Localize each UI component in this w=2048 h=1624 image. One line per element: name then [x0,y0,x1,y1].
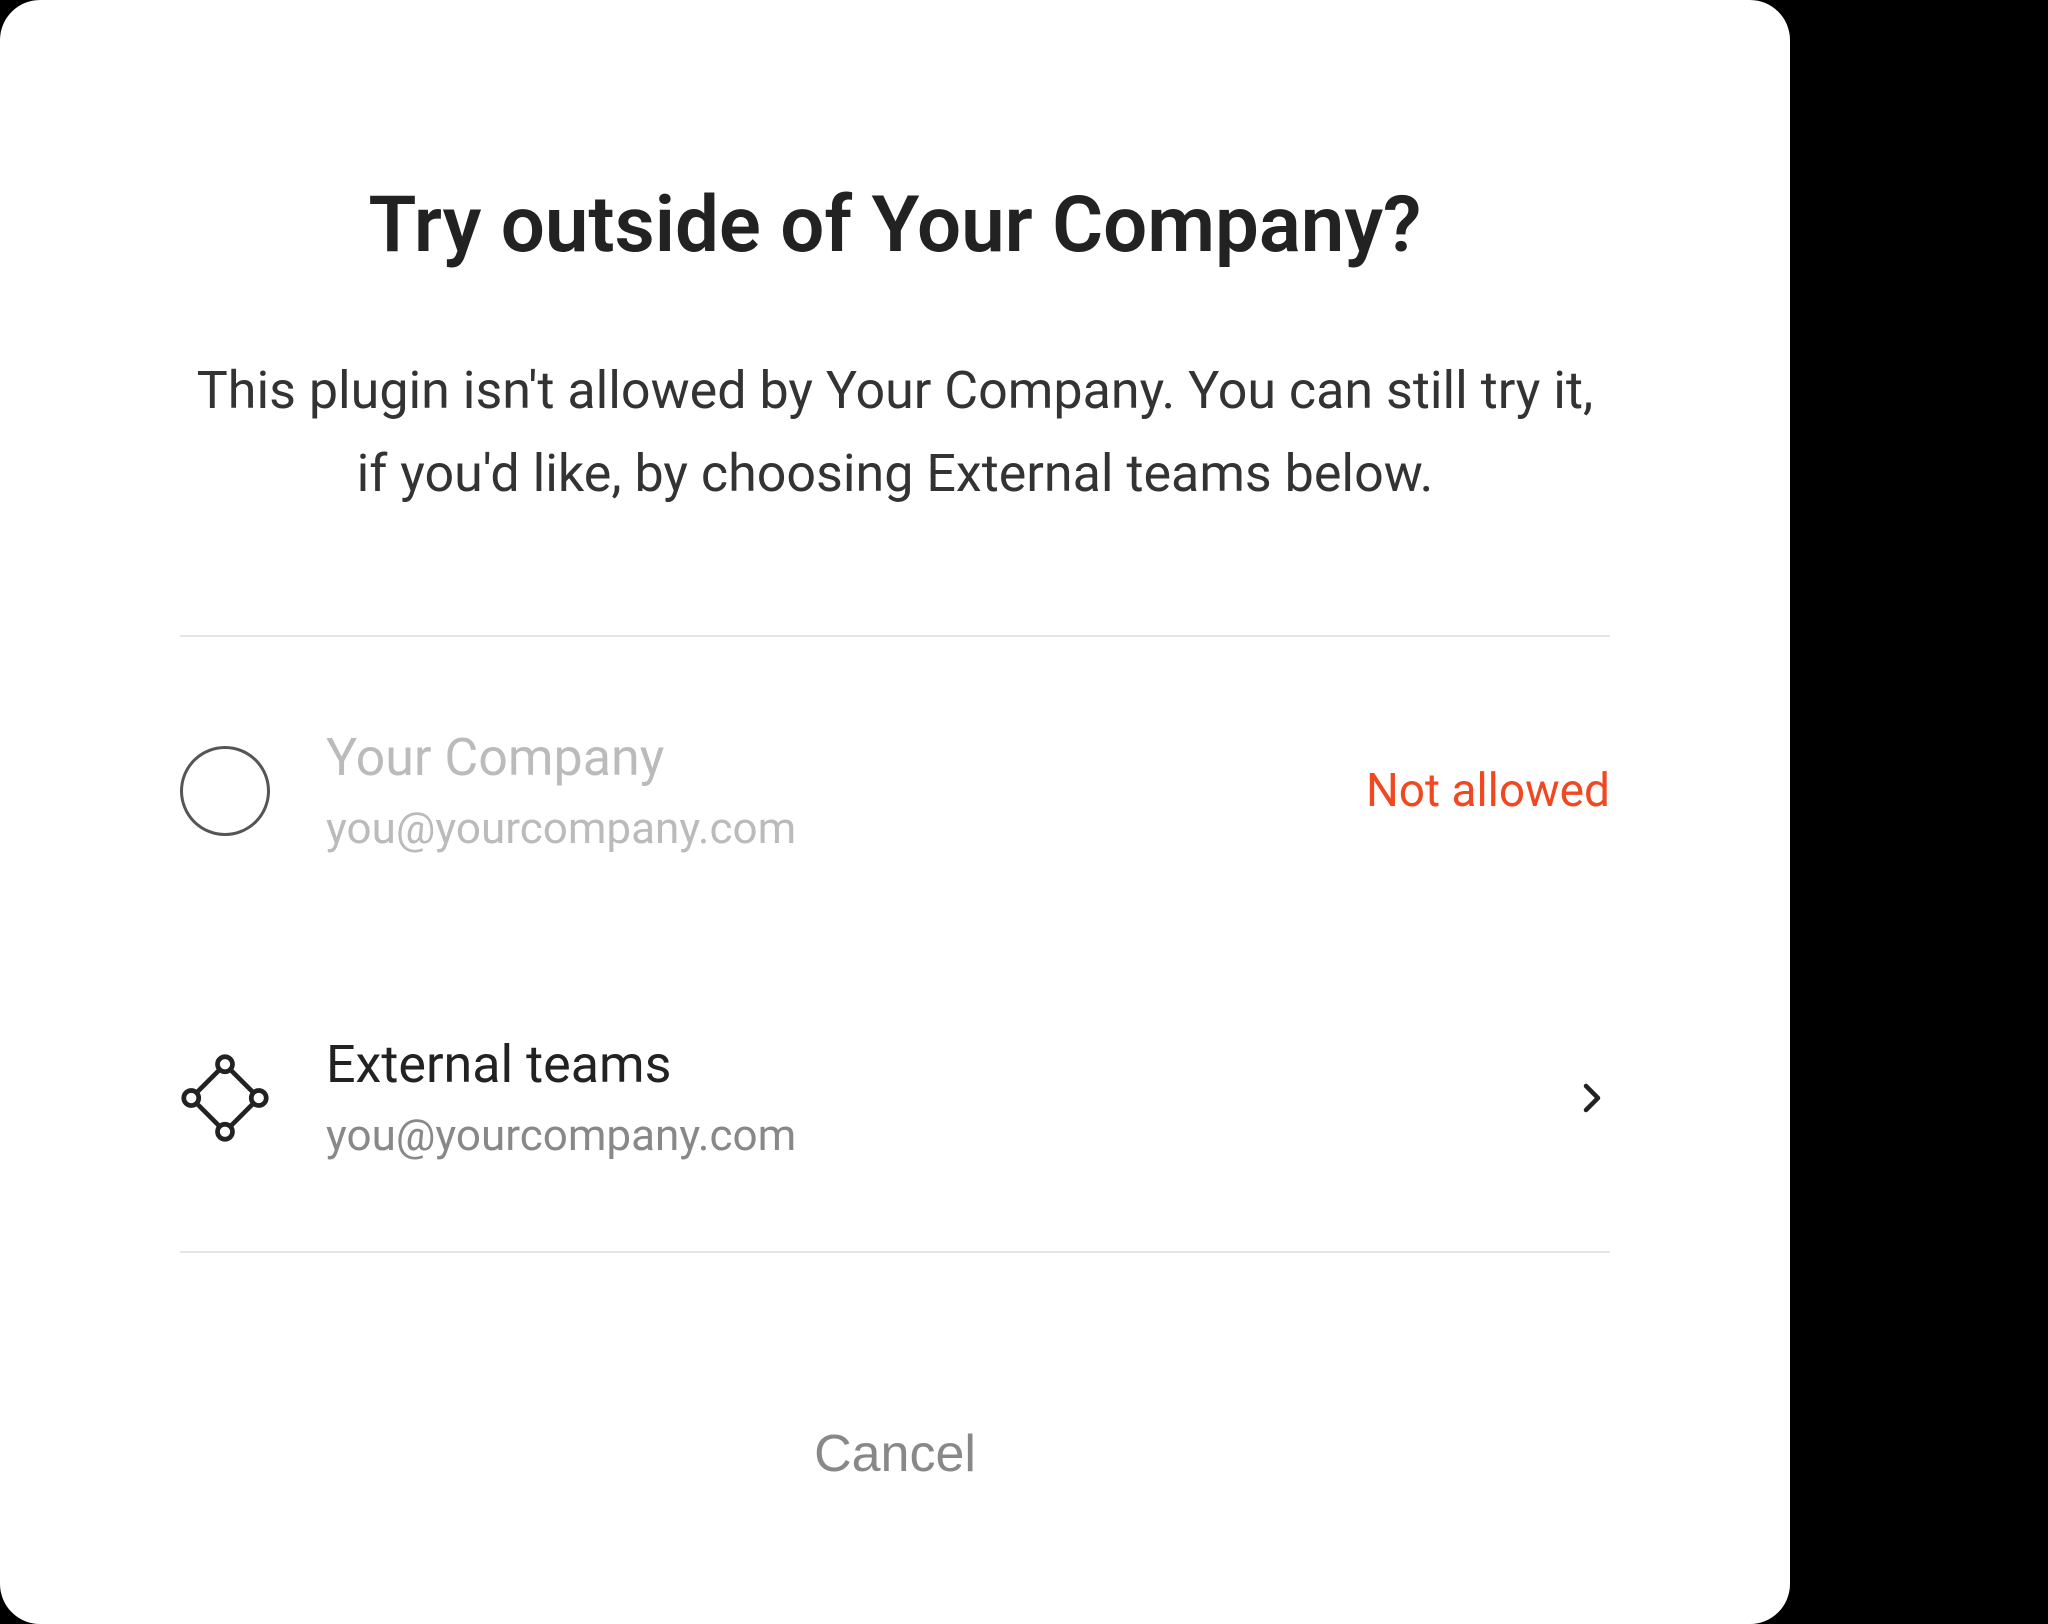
option-title: Your Company [326,727,1310,788]
status-badge: Not allowed [1366,764,1610,818]
circle-icon [180,746,270,836]
option-your-company: Your Company you@yourcompany.com Not all… [180,637,1610,944]
modal-description: This plugin isn't allowed by Your Compan… [180,349,1610,515]
divider [180,1251,1610,1253]
option-subtitle: you@yourcompany.com [326,1109,1518,1161]
cancel-button[interactable]: Cancel [180,1324,1610,1484]
modal-dialog: Try outside of Your Company? This plugin… [0,0,1790,1624]
option-title: External teams [326,1034,1518,1095]
option-subtitle: you@yourcompany.com [326,802,1310,854]
option-text-group: External teams you@yourcompany.com [326,1034,1518,1161]
option-external-teams[interactable]: External teams you@yourcompany.com [180,944,1610,1251]
chevron-right-icon [1574,1080,1610,1116]
option-text-group: Your Company you@yourcompany.com [326,727,1310,854]
modal-title: Try outside of Your Company? [180,180,1610,271]
community-icon [180,1053,270,1143]
